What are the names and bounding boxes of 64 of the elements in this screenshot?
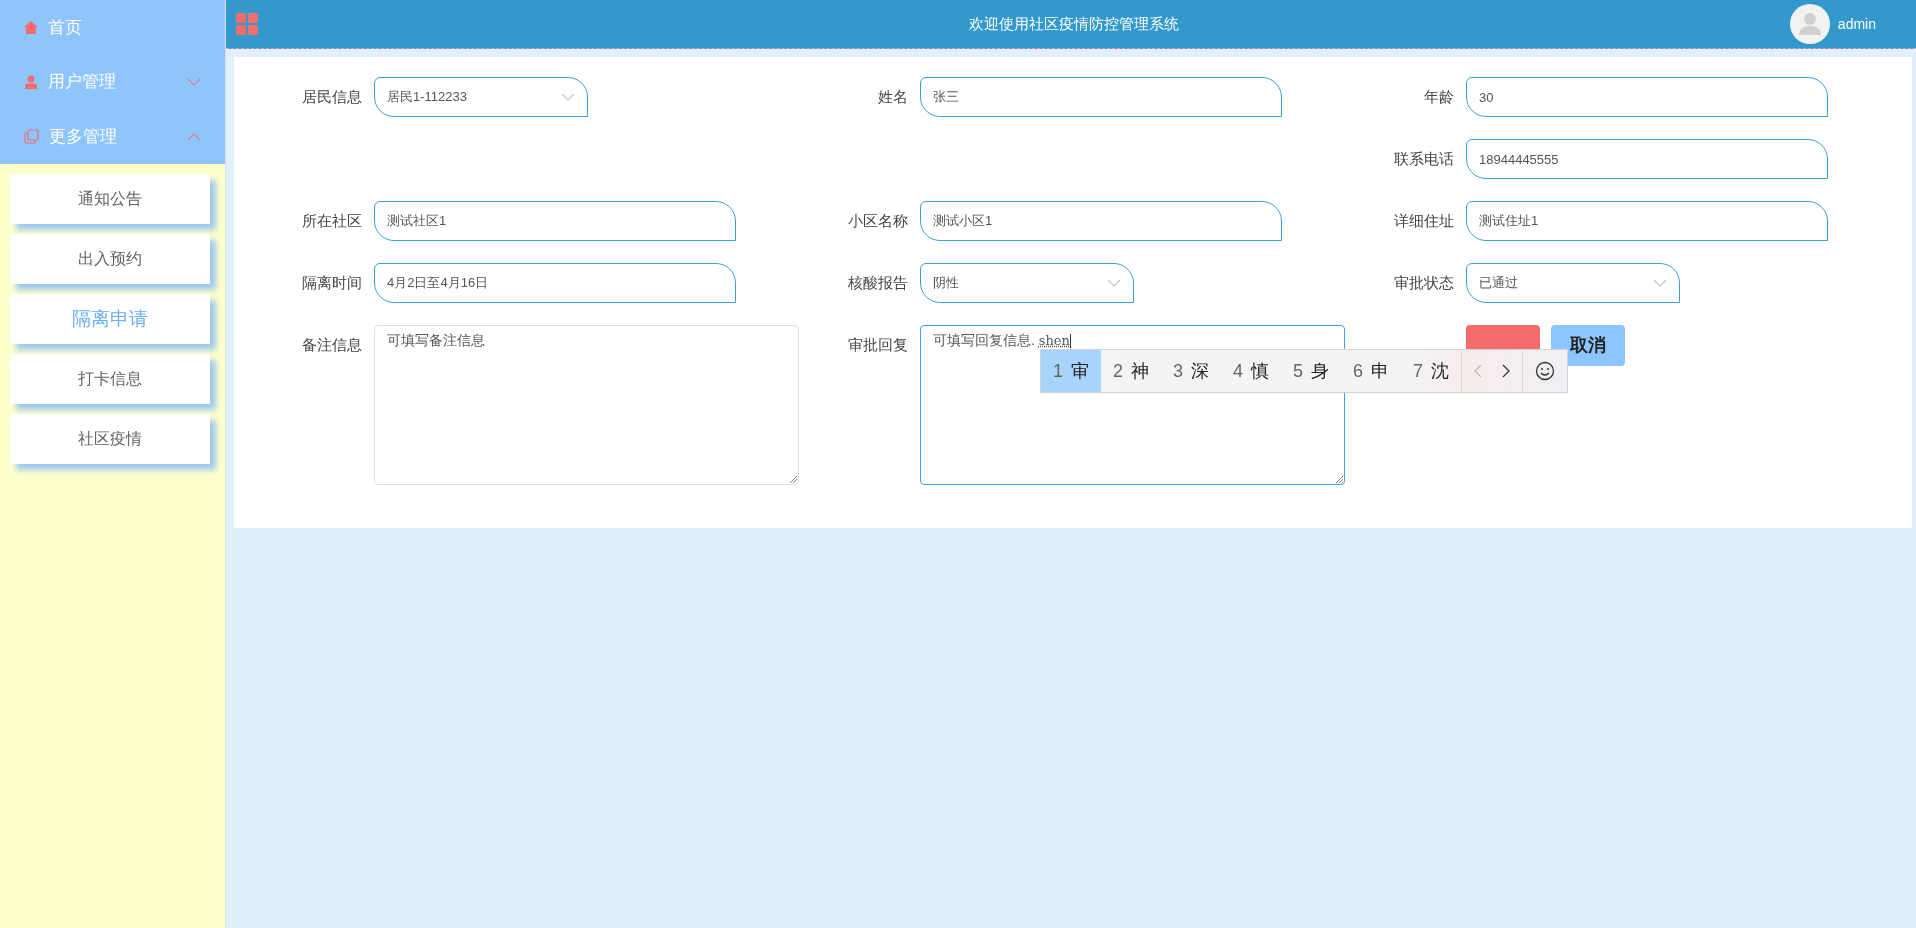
candidate-number: 4: [1233, 359, 1244, 383]
header-title: 欢迎使用社区疫情防控管理系统: [968, 13, 1179, 34]
input-field[interactable]: 张三: [920, 77, 1282, 117]
candidate-character: 深: [1191, 359, 1210, 383]
field-label: 审批回复: [847, 335, 909, 355]
field-label: 年龄: [1423, 87, 1455, 107]
candidate-number: 6: [1353, 359, 1364, 383]
field-label: 隔离时间: [301, 273, 363, 293]
field-label: 联系电话: [1393, 149, 1455, 169]
candidate-number: 7: [1413, 359, 1424, 383]
input-field[interactable]: 4月2日至4月16日: [374, 263, 736, 303]
field-label: 审批状态: [1393, 273, 1455, 293]
candidate-number: 3: [1173, 359, 1184, 383]
submenu-item[interactable]: 打卡信息: [10, 354, 210, 404]
select-value: 阴性: [933, 274, 959, 293]
select-field[interactable]: 阴性: [920, 263, 1134, 303]
smiley-icon[interactable]: [1535, 361, 1556, 381]
ime-candidate[interactable]: 4 慎: [1221, 350, 1282, 392]
ime-candidate[interactable]: 7 沈: [1401, 350, 1462, 392]
input-field[interactable]: 测试住址1: [1466, 201, 1828, 241]
ime-candidate[interactable]: 5 身: [1281, 350, 1342, 392]
input-field[interactable]: 18944445555: [1466, 139, 1828, 179]
candidate-number: 1: [1053, 359, 1063, 383]
field-label: 所在社区: [301, 211, 363, 231]
submenu-item[interactable]: 出入预约: [10, 234, 210, 284]
resize-handle-icon[interactable]: [1335, 475, 1343, 483]
field-label: 备注信息: [301, 335, 363, 355]
field-label: 小区名称: [847, 211, 909, 231]
ime-candidate[interactable]: 2 神: [1101, 350, 1162, 392]
input-field[interactable]: 测试小区1: [920, 201, 1282, 241]
submenu-item[interactable]: 通知公告: [10, 174, 210, 224]
chevron-down-icon: [1107, 279, 1121, 287]
candidate-number: 2: [1113, 359, 1124, 383]
candidate-character: 慎: [1251, 359, 1270, 383]
chevron-up-icon: [187, 132, 201, 141]
input-field[interactable]: 测试社区1: [374, 201, 736, 241]
select-value: 已通过: [1479, 274, 1518, 293]
textarea-field[interactable]: 可填写备注信息: [374, 325, 799, 485]
candidate-character: 神: [1131, 359, 1150, 383]
candidate-character: 身: [1311, 359, 1330, 383]
copy-icon: [24, 129, 39, 145]
select-value: 居民1-112233: [387, 88, 467, 107]
ime-candidate[interactable]: 3 深: [1161, 350, 1222, 392]
submenu-item[interactable]: 社区疫情: [10, 414, 210, 464]
select-field[interactable]: 已通过: [1466, 263, 1680, 303]
field-label: 居民信息: [301, 87, 363, 107]
field-label: 姓名: [877, 87, 909, 107]
resize-handle-icon[interactable]: [789, 475, 797, 483]
candidate-character: 审: [1071, 359, 1089, 383]
chevron-right-icon[interactable]: [1502, 364, 1511, 378]
home-icon: [24, 20, 38, 34]
field-label: 详细住址: [1393, 211, 1455, 231]
avatar-icon[interactable]: [1789, 4, 1830, 44]
user-icon: [24, 75, 38, 89]
ime-candidate[interactable]: 1 审: [1041, 350, 1101, 392]
chevron-down-icon: [187, 78, 201, 86]
field-label: 核酸报告: [847, 273, 909, 293]
candidate-character: 申: [1371, 359, 1390, 383]
candidate-number: 5: [1293, 359, 1304, 383]
select-field[interactable]: 居民1-112233: [374, 77, 588, 117]
chevron-down-icon: [1653, 279, 1667, 287]
input-field[interactable]: 30: [1466, 77, 1828, 117]
candidate-character: 沈: [1431, 359, 1450, 383]
chevron-down-icon: [561, 93, 575, 101]
